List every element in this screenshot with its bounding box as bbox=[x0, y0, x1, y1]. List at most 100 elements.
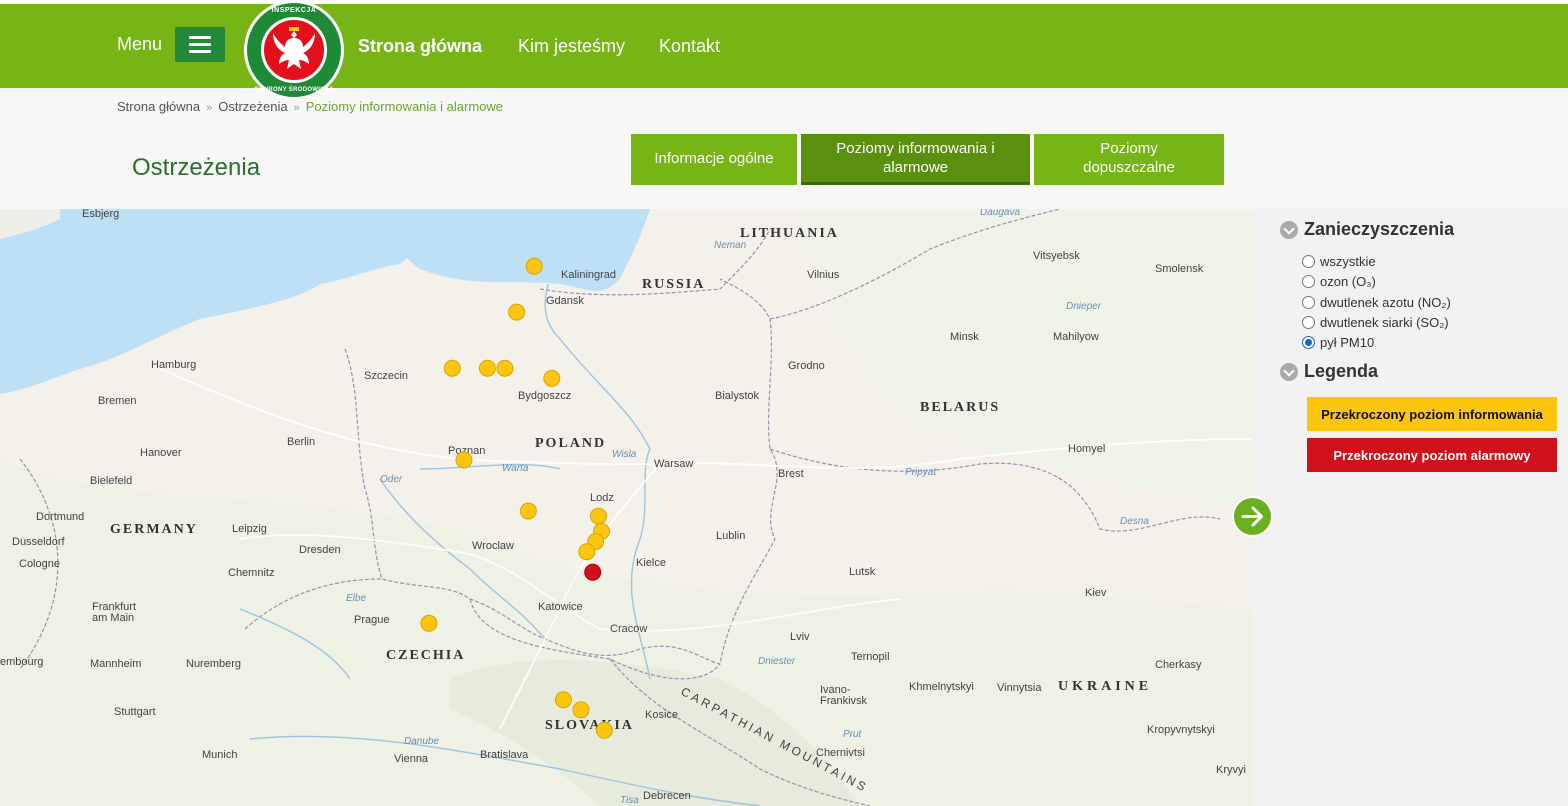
radio-button[interactable] bbox=[1302, 275, 1315, 288]
svg-text:Szczecin: Szczecin bbox=[364, 370, 408, 382]
station-marker-info[interactable] bbox=[595, 721, 613, 739]
svg-text:Cherkasy: Cherkasy bbox=[1155, 659, 1202, 671]
svg-text:Minsk: Minsk bbox=[950, 331, 979, 343]
station-marker-info[interactable] bbox=[554, 691, 572, 709]
chevron-down-icon bbox=[1280, 220, 1298, 239]
gios-logo[interactable]: INSPEKCJA OCHRONY ŚRODOWISKA bbox=[244, 0, 344, 100]
station-marker-alarm[interactable] bbox=[584, 563, 602, 581]
pollution-map[interactable]: LITHUANIA RUSSIA POLAND GERMANY BELARUS … bbox=[0, 209, 1252, 806]
svg-text:Prut: Prut bbox=[843, 729, 863, 740]
logo-text-bottom: OCHRONY ŚRODOWISKA bbox=[254, 87, 334, 93]
svg-text:Lodz: Lodz bbox=[590, 492, 614, 504]
hamburger-menu-button[interactable] bbox=[175, 27, 225, 62]
nav-about[interactable]: Kim jesteśmy bbox=[518, 36, 625, 57]
breadcrumb-warnings[interactable]: Ostrzeżenia bbox=[218, 99, 287, 114]
pollutants-section-header[interactable]: Zanieczyszczenia bbox=[1280, 219, 1454, 240]
pollutant-option-pm10[interactable]: pył PM10 bbox=[1302, 335, 1374, 350]
map-canvas[interactable]: LITHUANIA RUSSIA POLAND GERMANY BELARUS … bbox=[0, 209, 1252, 806]
legend-section-header[interactable]: Legenda bbox=[1280, 361, 1378, 382]
legend-title: Legenda bbox=[1304, 361, 1379, 381]
station-marker-info[interactable] bbox=[572, 701, 590, 719]
station-marker-info[interactable] bbox=[420, 614, 438, 632]
next-arrow-button[interactable] bbox=[1232, 496, 1273, 537]
station-marker-info[interactable] bbox=[478, 359, 496, 377]
tab-label: Poziomy dopuszczalne bbox=[1083, 140, 1175, 176]
svg-text:am Main: am Main bbox=[92, 612, 134, 624]
svg-text:Stuttgart: Stuttgart bbox=[114, 706, 156, 718]
option-label: wszystkie bbox=[1320, 254, 1376, 269]
option-label: dwutlenek siarki (SO₂) bbox=[1320, 315, 1449, 330]
svg-text:SLOVAKIA: SLOVAKIA bbox=[545, 718, 634, 733]
pollutant-option-all[interactable]: wszystkie bbox=[1302, 254, 1376, 269]
svg-text:Kryvyi: Kryvyi bbox=[1216, 764, 1246, 776]
station-marker-info[interactable] bbox=[508, 303, 526, 321]
tab-permissible-levels[interactable]: Poziomy dopuszczalne bbox=[1034, 134, 1224, 185]
svg-text:Lviv: Lviv bbox=[790, 631, 810, 643]
station-marker-info[interactable] bbox=[455, 451, 473, 469]
chevron-down-icon bbox=[1280, 362, 1298, 381]
svg-text:Neman: Neman bbox=[714, 240, 747, 251]
svg-text:Dusseldorf: Dusseldorf bbox=[12, 536, 66, 548]
svg-text:Kosice: Kosice bbox=[645, 709, 678, 721]
breadcrumb-current: Poziomy informowania i alarmowe bbox=[305, 99, 503, 114]
svg-text:Mannheim: Mannheim bbox=[90, 658, 141, 670]
svg-text:Leipzig: Leipzig bbox=[232, 523, 267, 535]
radio-button[interactable] bbox=[1302, 296, 1315, 309]
radio-button[interactable] bbox=[1302, 316, 1315, 329]
svg-text:UKRAINE: UKRAINE bbox=[1058, 679, 1152, 694]
station-marker-info[interactable] bbox=[525, 257, 543, 275]
svg-text:Kaliningrad: Kaliningrad bbox=[561, 269, 616, 281]
legend-alarm-level: Przekroczony poziom alarmowy bbox=[1307, 438, 1557, 472]
legend-label: Przekroczony poziom informowania bbox=[1321, 406, 1543, 422]
svg-text:Dortmund: Dortmund bbox=[36, 511, 84, 523]
nav-home[interactable]: Strona główna bbox=[358, 36, 482, 57]
tab-information-alarm-levels[interactable]: Poziomy informowania i alarmowe bbox=[801, 134, 1030, 185]
svg-text:Gdansk: Gdansk bbox=[546, 295, 584, 307]
svg-text:Vilnius: Vilnius bbox=[807, 269, 840, 281]
station-marker-info[interactable] bbox=[496, 359, 514, 377]
radio-button-selected[interactable] bbox=[1302, 336, 1315, 349]
svg-text:Bydgoszcz: Bydgoszcz bbox=[518, 390, 571, 402]
svg-text:Bialystok: Bialystok bbox=[715, 390, 760, 402]
svg-text:Lutsk: Lutsk bbox=[849, 566, 876, 578]
svg-text:Dnieper: Dnieper bbox=[1066, 301, 1102, 312]
breadcrumb-home[interactable]: Strona główna bbox=[117, 99, 200, 114]
svg-text:Wisla: Wisla bbox=[612, 449, 637, 460]
menu-label[interactable]: Menu bbox=[117, 34, 162, 55]
svg-text:Danube: Danube bbox=[404, 736, 439, 747]
svg-text:Chemnitz: Chemnitz bbox=[228, 567, 274, 579]
tab-label: Poziomy informowania i alarmowe bbox=[836, 140, 995, 176]
svg-text:Lublin: Lublin bbox=[716, 530, 745, 542]
svg-text:Cracow: Cracow bbox=[610, 623, 647, 635]
svg-text:Cologne: Cologne bbox=[19, 558, 60, 570]
svg-text:Warta: Warta bbox=[502, 463, 529, 474]
svg-text:Warsaw: Warsaw bbox=[654, 458, 693, 470]
svg-text:Elbe: Elbe bbox=[346, 593, 366, 604]
station-marker-info[interactable] bbox=[443, 359, 461, 377]
svg-text:Bielefeld: Bielefeld bbox=[90, 475, 132, 487]
svg-text:LITHUANIA: LITHUANIA bbox=[740, 226, 839, 241]
svg-text:Bratislava: Bratislava bbox=[480, 749, 529, 761]
svg-text:Bremen: Bremen bbox=[98, 395, 137, 407]
svg-text:Kielce: Kielce bbox=[636, 557, 666, 569]
svg-text:Smolensk: Smolensk bbox=[1155, 263, 1204, 275]
svg-text:Desna: Desna bbox=[1120, 516, 1149, 527]
svg-text:Daugava: Daugava bbox=[980, 209, 1020, 218]
station-marker-info[interactable] bbox=[578, 543, 596, 561]
tab-label: Informacje ogólne bbox=[654, 149, 774, 167]
svg-text:Vinnytsia: Vinnytsia bbox=[997, 682, 1042, 694]
nav-contact[interactable]: Kontakt bbox=[659, 36, 720, 57]
svg-text:Prague: Prague bbox=[354, 614, 389, 626]
svg-text:Grodno: Grodno bbox=[788, 360, 825, 372]
logo-text-top: INSPEKCJA bbox=[271, 7, 317, 14]
tab-general-info[interactable]: Informacje ogólne bbox=[631, 134, 797, 185]
pollutant-option-ozone[interactable]: ozon (O₃) bbox=[1302, 274, 1376, 289]
pollutant-option-so2[interactable]: dwutlenek siarki (SO₂) bbox=[1302, 315, 1449, 330]
radio-button[interactable] bbox=[1302, 255, 1315, 268]
station-marker-info[interactable] bbox=[590, 507, 607, 525]
pollutant-option-no2[interactable]: dwutlenek azotu (NO₂) bbox=[1302, 295, 1451, 310]
svg-text:Khmelnytskyi: Khmelnytskyi bbox=[909, 681, 974, 693]
svg-text:Brest: Brest bbox=[778, 468, 804, 480]
station-marker-info[interactable] bbox=[519, 502, 537, 520]
station-marker-info[interactable] bbox=[543, 369, 561, 387]
